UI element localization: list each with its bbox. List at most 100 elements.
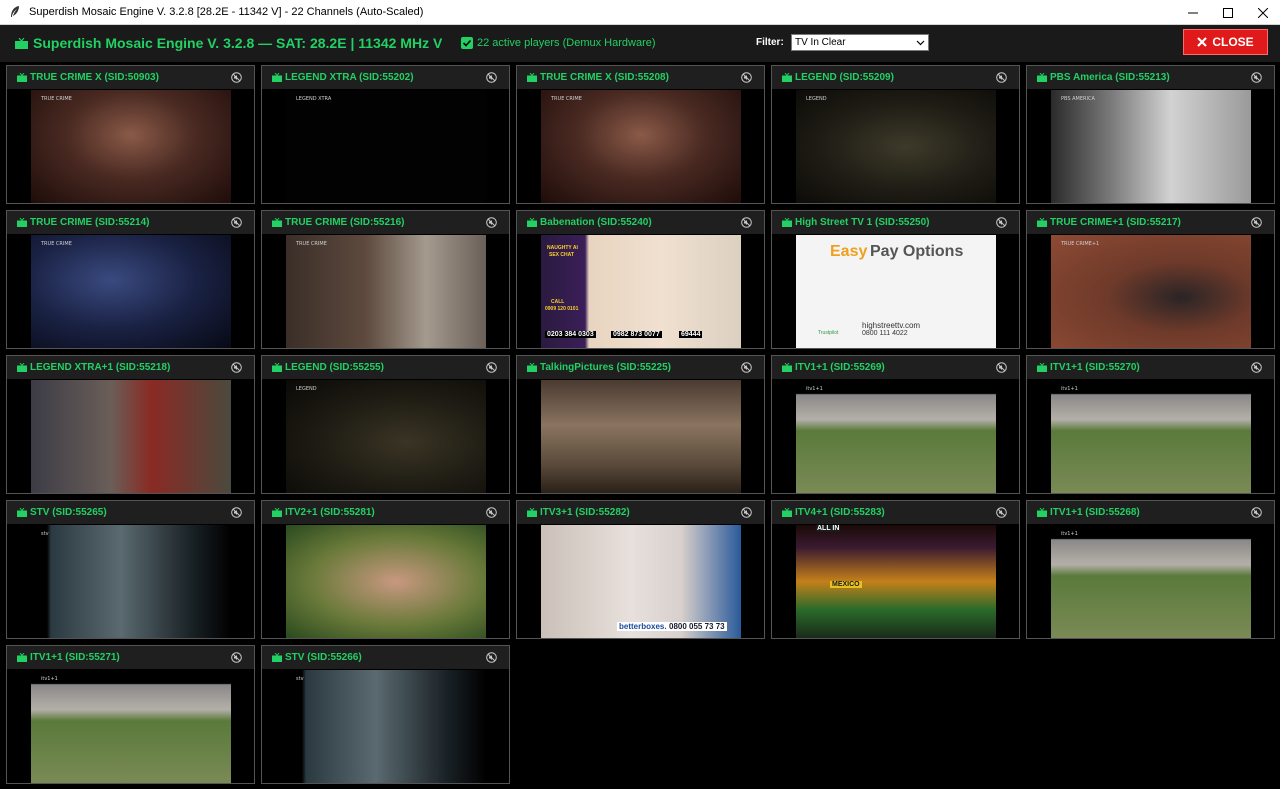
mute-icon[interactable]: [741, 362, 752, 373]
mute-icon[interactable]: [741, 72, 752, 83]
maximize-icon: [1222, 7, 1233, 18]
mute-icon[interactable]: [1251, 362, 1262, 373]
channel-tile[interactable]: ITV1+1 (SID:55270) itv1+1: [1026, 355, 1275, 494]
mute-icon[interactable]: [231, 217, 242, 228]
channel-video[interactable]: NAUGHTY AI SEX CHAT CALL 0909 120 0101 0203 …: [541, 235, 741, 348]
mute-icon[interactable]: [996, 72, 1007, 83]
mute-icon[interactable]: [741, 507, 752, 518]
channel-tile[interactable]: STV (SID:55266) stv: [261, 645, 510, 784]
mute-icon[interactable]: [741, 217, 752, 228]
video-overlay-text: MEXICO: [830, 581, 862, 588]
channel-video[interactable]: TRUE CRIME: [31, 235, 231, 348]
players-checkbox[interactable]: [461, 37, 473, 49]
channel-video[interactable]: TRUE CRIME: [541, 90, 741, 203]
channel-tile[interactable]: ITV1+1 (SID:55271) itv1+1: [6, 645, 255, 784]
channel-tile[interactable]: TRUE CRIME (SID:55216) TRUE CRIME: [261, 210, 510, 349]
channel-video[interactable]: TRUE CRIME: [31, 90, 231, 203]
maximize-button[interactable]: [1210, 0, 1245, 25]
video-overlay-text: Pay Options: [870, 243, 964, 260]
channel-tile[interactable]: TRUE CRIME+1 (SID:55217) TRUE CRIME+1: [1026, 210, 1275, 349]
window-close-button[interactable]: [1245, 0, 1280, 25]
channel-tile[interactable]: TRUE CRIME (SID:55214) TRUE CRIME: [6, 210, 255, 349]
channel-video[interactable]: LEGEND: [286, 380, 486, 493]
channel-tile[interactable]: Babenation (SID:55240) NAUGHTY AI SEX CHA…: [516, 210, 765, 349]
video-overlay-text: 0982 873 0077: [611, 331, 662, 338]
channel-tile[interactable]: PBS America (SID:55213) PBS AMERICA: [1026, 65, 1275, 204]
mute-icon[interactable]: [1251, 507, 1262, 518]
channel-label: STV (SID:55265): [30, 507, 107, 518]
channel-tile[interactable]: LEGEND (SID:55255) LEGEND: [261, 355, 510, 494]
mute-icon[interactable]: [486, 652, 497, 663]
channel-video[interactable]: stv: [31, 525, 231, 638]
channel-tile[interactable]: High Street TV 1 (SID:55250) Easy Pay Opt…: [771, 210, 1020, 349]
channel-video[interactable]: [541, 380, 741, 493]
video-frame: [31, 380, 231, 493]
channel-tile[interactable]: ITV2+1 (SID:55281): [261, 500, 510, 639]
channel-logo: TRUE CRIME: [551, 96, 582, 102]
channel-tile[interactable]: TRUE CRIME X (SID:50903) TRUE CRIME: [6, 65, 255, 204]
mute-icon[interactable]: [486, 507, 497, 518]
channel-video[interactable]: [31, 380, 231, 493]
tv-icon: [272, 363, 282, 372]
mute-icon[interactable]: [996, 507, 1007, 518]
channel-tile[interactable]: LEGEND XTRA+1 (SID:55218): [6, 355, 255, 494]
channel-label: LEGEND (SID:55255): [285, 362, 384, 373]
channel-tile-header: ITV1+1 (SID:55271): [7, 646, 254, 669]
mute-icon[interactable]: [996, 217, 1007, 228]
channel-label: TRUE CRIME X (SID:55208): [540, 72, 669, 83]
channel-label: ITV1+1 (SID:55270): [1050, 362, 1140, 373]
mute-icon[interactable]: [1251, 72, 1262, 83]
channel-tile[interactable]: ITV1+1 (SID:55269) itv1+1: [771, 355, 1020, 494]
minimize-button[interactable]: [1175, 0, 1210, 25]
channel-label: ITV1+1 (SID:55269): [795, 362, 885, 373]
channel-label: ITV4+1 (SID:55283): [795, 507, 885, 518]
close-button[interactable]: CLOSE: [1183, 29, 1268, 55]
mute-icon[interactable]: [231, 362, 242, 373]
close-x-icon: [1197, 37, 1208, 47]
channel-tile[interactable]: STV (SID:55265) stv: [6, 500, 255, 639]
channel-video[interactable]: Easy Pay Options highstreettv.com 0800 111 …: [796, 235, 996, 348]
channel-tile-header: LEGEND XTRA (SID:55202): [262, 66, 509, 89]
channel-tile[interactable]: TalkingPictures (SID:55225): [516, 355, 765, 494]
channel-tile[interactable]: ITV4+1 (SID:55283) ALL IN MEXICO: [771, 500, 1020, 639]
channel-video[interactable]: betterboxes.co.uk 0800 055 73 73: [541, 525, 741, 638]
channel-tile-header: ITV1+1 (SID:55269): [772, 356, 1019, 379]
channel-video[interactable]: itv1+1: [1051, 525, 1251, 638]
tv-icon: [527, 218, 537, 227]
channel-tile[interactable]: LEGEND XTRA (SID:55202) LEGEND XTRA: [261, 65, 510, 204]
channel-tile[interactable]: ITV3+1 (SID:55282) betterboxes.co.uk 0800…: [516, 500, 765, 639]
video-frame: [796, 90, 996, 203]
channel-video[interactable]: LEGEND XTRA: [286, 90, 486, 203]
video-frame: [31, 90, 231, 203]
channel-video[interactable]: [286, 525, 486, 638]
channel-video[interactable]: TRUE CRIME: [286, 235, 486, 348]
channel-tile[interactable]: LEGEND (SID:55209) LEGEND: [771, 65, 1020, 204]
channel-video[interactable]: itv1+1: [31, 670, 231, 783]
channel-tile[interactable]: ITV1+1 (SID:55268) itv1+1: [1026, 500, 1275, 639]
tv-icon: [1037, 218, 1047, 227]
mute-icon[interactable]: [231, 507, 242, 518]
tv-icon: [17, 508, 27, 517]
mute-icon[interactable]: [486, 72, 497, 83]
channel-label: TRUE CRIME (SID:55214): [30, 217, 150, 228]
tv-icon: [272, 653, 282, 662]
channel-video[interactable]: PBS AMERICA: [1051, 90, 1251, 203]
mute-icon[interactable]: [1251, 217, 1262, 228]
channel-video[interactable]: LEGEND: [796, 90, 996, 203]
filter-dropdown[interactable]: TV In Clear: [791, 34, 929, 51]
channel-video[interactable]: TRUE CRIME+1: [1051, 235, 1251, 348]
mute-icon[interactable]: [486, 217, 497, 228]
mute-icon[interactable]: [996, 362, 1007, 373]
channel-video[interactable]: ALL IN MEXICO: [796, 525, 996, 638]
video-overlay-text: Easy: [830, 243, 868, 260]
mute-icon[interactable]: [231, 72, 242, 83]
channel-video[interactable]: itv1+1: [1051, 380, 1251, 493]
channel-logo: TRUE CRIME: [41, 96, 72, 102]
mute-icon[interactable]: [231, 652, 242, 663]
channel-tile[interactable]: TRUE CRIME X (SID:55208) TRUE CRIME: [516, 65, 765, 204]
tv-icon: [1037, 363, 1047, 372]
mute-icon[interactable]: [486, 362, 497, 373]
tv-icon: [782, 73, 792, 82]
channel-video[interactable]: itv1+1: [796, 380, 996, 493]
channel-video[interactable]: stv: [286, 670, 486, 783]
